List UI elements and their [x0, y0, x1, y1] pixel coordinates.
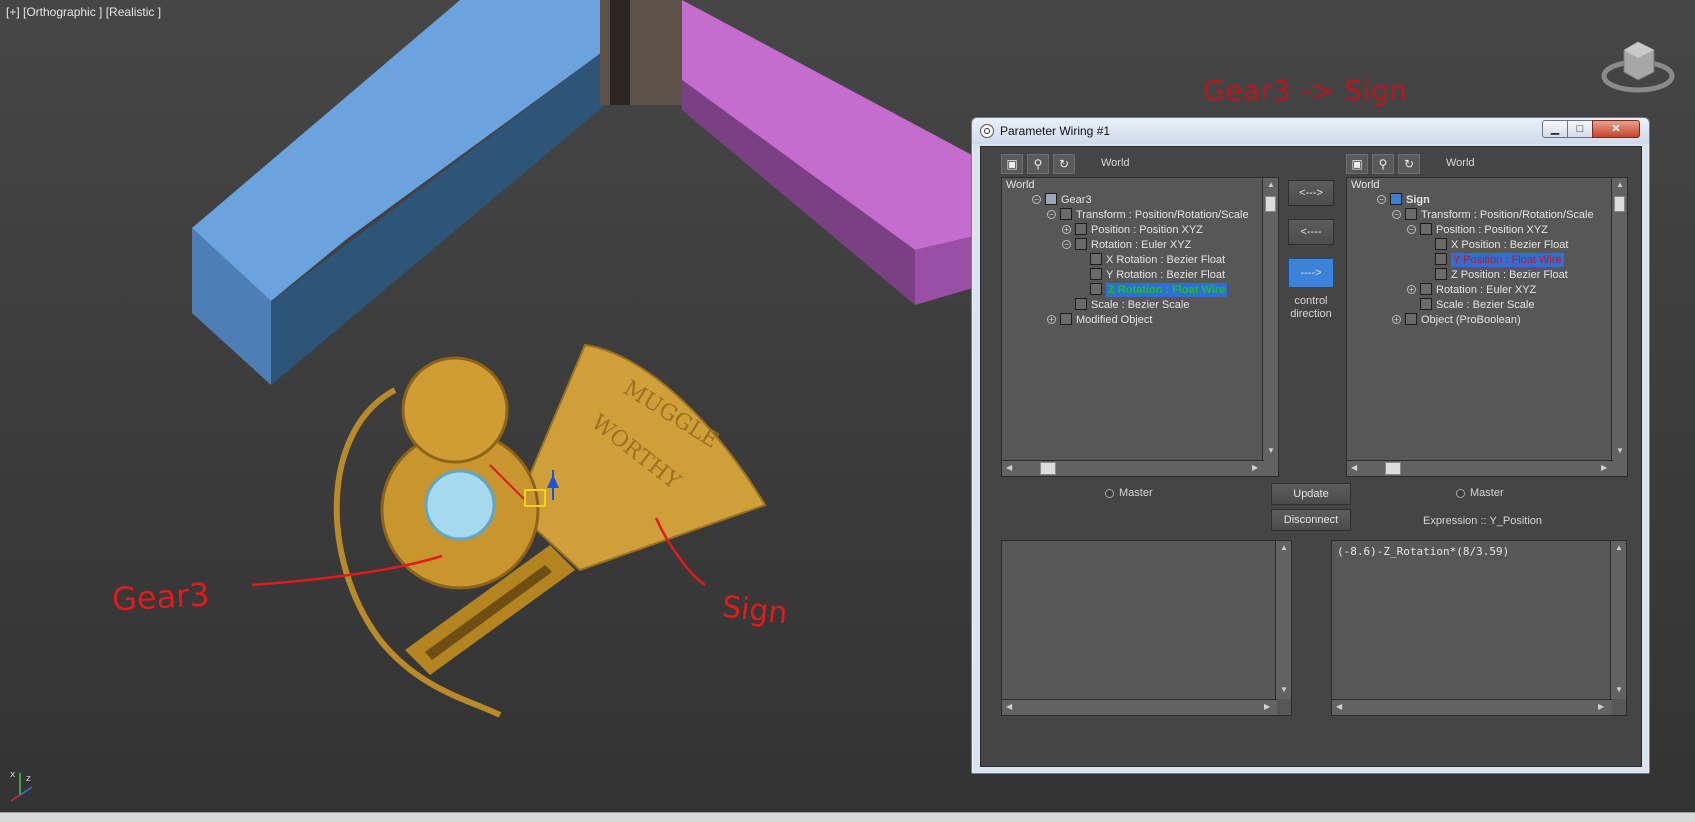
right-tree-hscrollbar[interactable]: ◀ ▶	[1347, 460, 1613, 476]
dialog-client-area: ▣ ⚲ ↻ World ▣ ⚲ ↻ World World − Gear3 − Tr…	[980, 146, 1642, 767]
left-tree-vscrollbar[interactable]: ▲ ▼	[1262, 178, 1278, 476]
right-expr-vscrollbar[interactable]: ▲ ▼	[1610, 541, 1626, 699]
left-parameter-tree[interactable]: World − Gear3 − Transform : Position/Rotat…	[1001, 177, 1279, 477]
right-master-label: Master	[1470, 487, 1504, 499]
right-parameter-tree[interactable]: World − Sign − Transform : Position/Rotati…	[1346, 177, 1628, 477]
small-gear	[401, 356, 509, 464]
expression-label: Expression :: Y_Position	[1423, 515, 1543, 527]
dialog-title: Parameter Wiring #1	[1000, 124, 1111, 138]
axis-label-x: x	[10, 770, 16, 780]
connector-shade	[610, 0, 630, 105]
find-object-icon-right[interactable]: ▣	[1346, 154, 1368, 174]
left-expr-vscrollbar[interactable]: ▲ ▼	[1275, 541, 1291, 699]
tree-item-world[interactable]: World	[1006, 178, 1035, 192]
left-expr-hscrollbar[interactable]: ◀ ▶	[1002, 699, 1277, 715]
control-direction-label: control direction	[1290, 295, 1332, 320]
left-master-radio[interactable]	[1105, 489, 1114, 498]
disconnect-button[interactable]: Disconnect	[1271, 509, 1351, 531]
viewcube-icon[interactable]	[1600, 30, 1676, 100]
minimize-button[interactable]: ▁	[1542, 120, 1568, 138]
left-tree-hscrollbar[interactable]: ◀ ▶	[1002, 460, 1264, 476]
annotation-sign: Sign	[720, 589, 790, 632]
dialog-titlebar[interactable]: Parameter Wiring #1 ▁ □ ✕	[972, 118, 1649, 144]
annotation-title: Gear3 -> Sign	[1203, 74, 1408, 107]
viewport-label[interactable]: [+] [Orthographic ] [Realistic ]	[6, 5, 161, 19]
axis-tripod-icon: z x	[10, 770, 33, 802]
axis-label-z: z	[26, 774, 31, 784]
right-world-label: World	[1446, 157, 1475, 169]
tree-item-world-right[interactable]: World	[1351, 178, 1380, 192]
binoculars-icon-right[interactable]: ⚲	[1372, 154, 1394, 174]
close-button[interactable]: ✕	[1592, 120, 1640, 138]
find-object-icon[interactable]: ▣	[1001, 154, 1023, 174]
large-gear-hub	[424, 469, 496, 541]
left-world-label: World	[1101, 157, 1130, 169]
annotation-gear3: Gear3	[111, 575, 211, 619]
right-expression-textarea[interactable]: (-8.6)-Z_Rotation*(8/3.59) ▲ ▼ ◀ ▶	[1331, 540, 1627, 716]
right-expression-text: (-8.6)-Z_Rotation*(8/3.59)	[1337, 545, 1510, 558]
bidirectional-button[interactable]: <--->	[1288, 180, 1334, 206]
left-master-label: Master	[1119, 487, 1153, 499]
refresh-icon-right[interactable]: ↻	[1398, 154, 1420, 174]
parameter-wiring-dialog: Parameter Wiring #1 ▁ □ ✕ ▣ ⚲ ↻ World ▣ …	[971, 117, 1650, 774]
refresh-icon[interactable]: ↻	[1053, 154, 1075, 174]
right-direction-button[interactable]: ---->	[1288, 258, 1334, 288]
maximize-button[interactable]: □	[1567, 120, 1593, 138]
right-master-radio[interactable]	[1456, 489, 1465, 498]
update-button[interactable]: Update	[1271, 483, 1351, 505]
left-expression-textarea[interactable]: ▲ ▼ ◀ ▶	[1001, 540, 1292, 716]
left-direction-button[interactable]: <----	[1288, 219, 1334, 245]
right-tree-vscrollbar[interactable]: ▲ ▼	[1611, 178, 1627, 476]
binoculars-icon[interactable]: ⚲	[1027, 154, 1049, 174]
right-expr-hscrollbar[interactable]: ◀ ▶	[1332, 699, 1612, 715]
app-icon	[980, 124, 994, 138]
